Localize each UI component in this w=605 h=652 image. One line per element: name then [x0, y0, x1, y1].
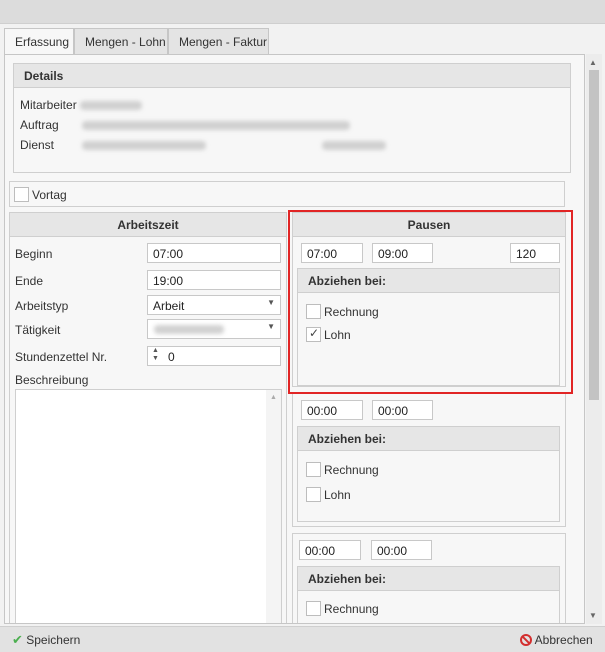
- abziehen-title: Abziehen bei:: [298, 567, 559, 591]
- pause1-from-input[interactable]: 07:00: [301, 243, 363, 263]
- tab-content-erfassung: Details Mitarbeiter Auftrag Dienst Vorta…: [4, 54, 585, 624]
- mitarbeiter-value-redacted: [80, 101, 142, 110]
- beschreibung-textarea[interactable]: ▲: [15, 389, 282, 623]
- scroll-down-icon[interactable]: ▼: [589, 611, 597, 620]
- checkmark-icon: ✔: [12, 632, 23, 647]
- details-group: Details Mitarbeiter Auftrag Dienst: [13, 63, 571, 173]
- tab-erfassung[interactable]: Erfassung: [4, 28, 74, 55]
- cancel-button[interactable]: Abbrechen: [520, 632, 593, 647]
- pause3-to-input[interactable]: 00:00: [371, 540, 432, 560]
- pause1-rechnung-checkbox[interactable]: [306, 304, 321, 319]
- bottom-toolbar: ✔ Speichern Abbrechen: [0, 626, 605, 652]
- rechnung-label: Rechnung: [324, 305, 379, 319]
- rechnung-label: Rechnung: [324, 463, 379, 477]
- rechnung-label: Rechnung: [324, 602, 379, 616]
- pause1-lohn-checkbox[interactable]: ✓: [306, 326, 321, 342]
- pause2-from-input[interactable]: 00:00: [301, 400, 363, 420]
- stundenzettel-spinner[interactable]: ▲ ▼ 0: [147, 346, 281, 366]
- spin-arrows-icon[interactable]: ▲ ▼: [152, 347, 159, 363]
- pause1-to-input[interactable]: 09:00: [372, 243, 433, 263]
- arbeitszeit-group: Arbeitszeit Beginn 07:00 Ende 19:00 Arbe…: [9, 212, 287, 623]
- cancel-icon: [520, 634, 532, 646]
- pause3-abziehen-group: Abziehen bei: Rechnung: [297, 566, 560, 623]
- textarea-scrollbar[interactable]: ▲: [266, 390, 281, 623]
- cancel-label: Abbrechen: [534, 633, 593, 647]
- vortag-group: Vortag: [9, 181, 565, 207]
- beginn-label: Beginn: [15, 247, 53, 261]
- pause1-minutes-input[interactable]: 120: [510, 243, 560, 263]
- arbeitstyp-value: Arbeit: [153, 299, 185, 313]
- taetigkeit-value-redacted: [154, 325, 224, 334]
- tab-mengen-lohn[interactable]: Mengen - Lohn: [74, 28, 168, 54]
- pausen-group-2: 00:00 00:00 Abziehen bei: Rechnung Lohn: [292, 393, 566, 527]
- main-scrollbar[interactable]: ▲ ▼: [586, 54, 602, 624]
- dienst-extra-redacted: [322, 141, 386, 150]
- arbeitszeit-title: Arbeitszeit: [10, 213, 286, 237]
- lohn-label: Lohn: [324, 328, 351, 342]
- pause3-rechnung-checkbox[interactable]: [306, 601, 321, 616]
- auftrag-value-redacted: [82, 121, 350, 130]
- vortag-label: Vortag: [32, 188, 67, 202]
- scroll-thumb[interactable]: [589, 70, 599, 400]
- pause2-rechnung-checkbox[interactable]: [306, 462, 321, 477]
- save-label: Speichern: [26, 633, 81, 647]
- save-button[interactable]: ✔ Speichern: [12, 632, 80, 648]
- arbeitstyp-select[interactable]: Arbeit ▼: [147, 295, 281, 315]
- vortag-checkbox[interactable]: [14, 187, 29, 202]
- chevron-down-icon[interactable]: ▼: [267, 322, 275, 331]
- ende-input[interactable]: 19:00: [147, 270, 281, 290]
- tab-mengen-faktur[interactable]: Mengen - Faktur: [168, 28, 269, 54]
- dienst-value-redacted: [82, 141, 206, 150]
- pause2-to-input[interactable]: 00:00: [372, 400, 433, 420]
- stundenzettel-label: Stundenzettel Nr.: [15, 350, 108, 364]
- abziehen-title: Abziehen bei:: [298, 269, 559, 293]
- beschreibung-label: Beschreibung: [15, 373, 89, 387]
- dienst-label: Dienst: [20, 138, 55, 152]
- pausen-title: Pausen: [293, 213, 565, 237]
- mitarbeiter-label: Mitarbeiter: [20, 98, 77, 112]
- pause2-abziehen-group: Abziehen bei: Rechnung Lohn: [297, 426, 560, 522]
- window-titlebar: [0, 0, 605, 24]
- pause2-lohn-checkbox[interactable]: [306, 487, 321, 502]
- pausen-group-1: Pausen 07:00 09:00 120 Abziehen bei: Rec…: [292, 212, 566, 387]
- beginn-input[interactable]: 07:00: [147, 243, 281, 263]
- taetigkeit-label: Tätigkeit: [15, 323, 61, 337]
- arbeitstyp-label: Arbeitstyp: [15, 299, 69, 313]
- ende-label: Ende: [15, 274, 44, 288]
- scroll-up-icon[interactable]: ▲: [589, 58, 597, 67]
- pause3-from-input[interactable]: 00:00: [299, 540, 361, 560]
- pausen-group-3: 00:00 00:00 Abziehen bei: Rechnung: [292, 533, 566, 623]
- chevron-down-icon[interactable]: ▼: [267, 298, 275, 307]
- lohn-label: Lohn: [324, 488, 351, 502]
- stundenzettel-value: 0: [168, 350, 175, 364]
- checkmark-icon: ✓: [309, 326, 320, 340]
- details-title: Details: [14, 64, 570, 88]
- auftrag-label: Auftrag: [20, 118, 59, 132]
- abziehen-title: Abziehen bei:: [298, 427, 559, 451]
- pause1-abziehen-group: Abziehen bei: Rechnung ✓ Lohn: [297, 268, 560, 386]
- taetigkeit-select[interactable]: ▼: [147, 319, 281, 339]
- scroll-up-icon[interactable]: ▲: [270, 394, 277, 401]
